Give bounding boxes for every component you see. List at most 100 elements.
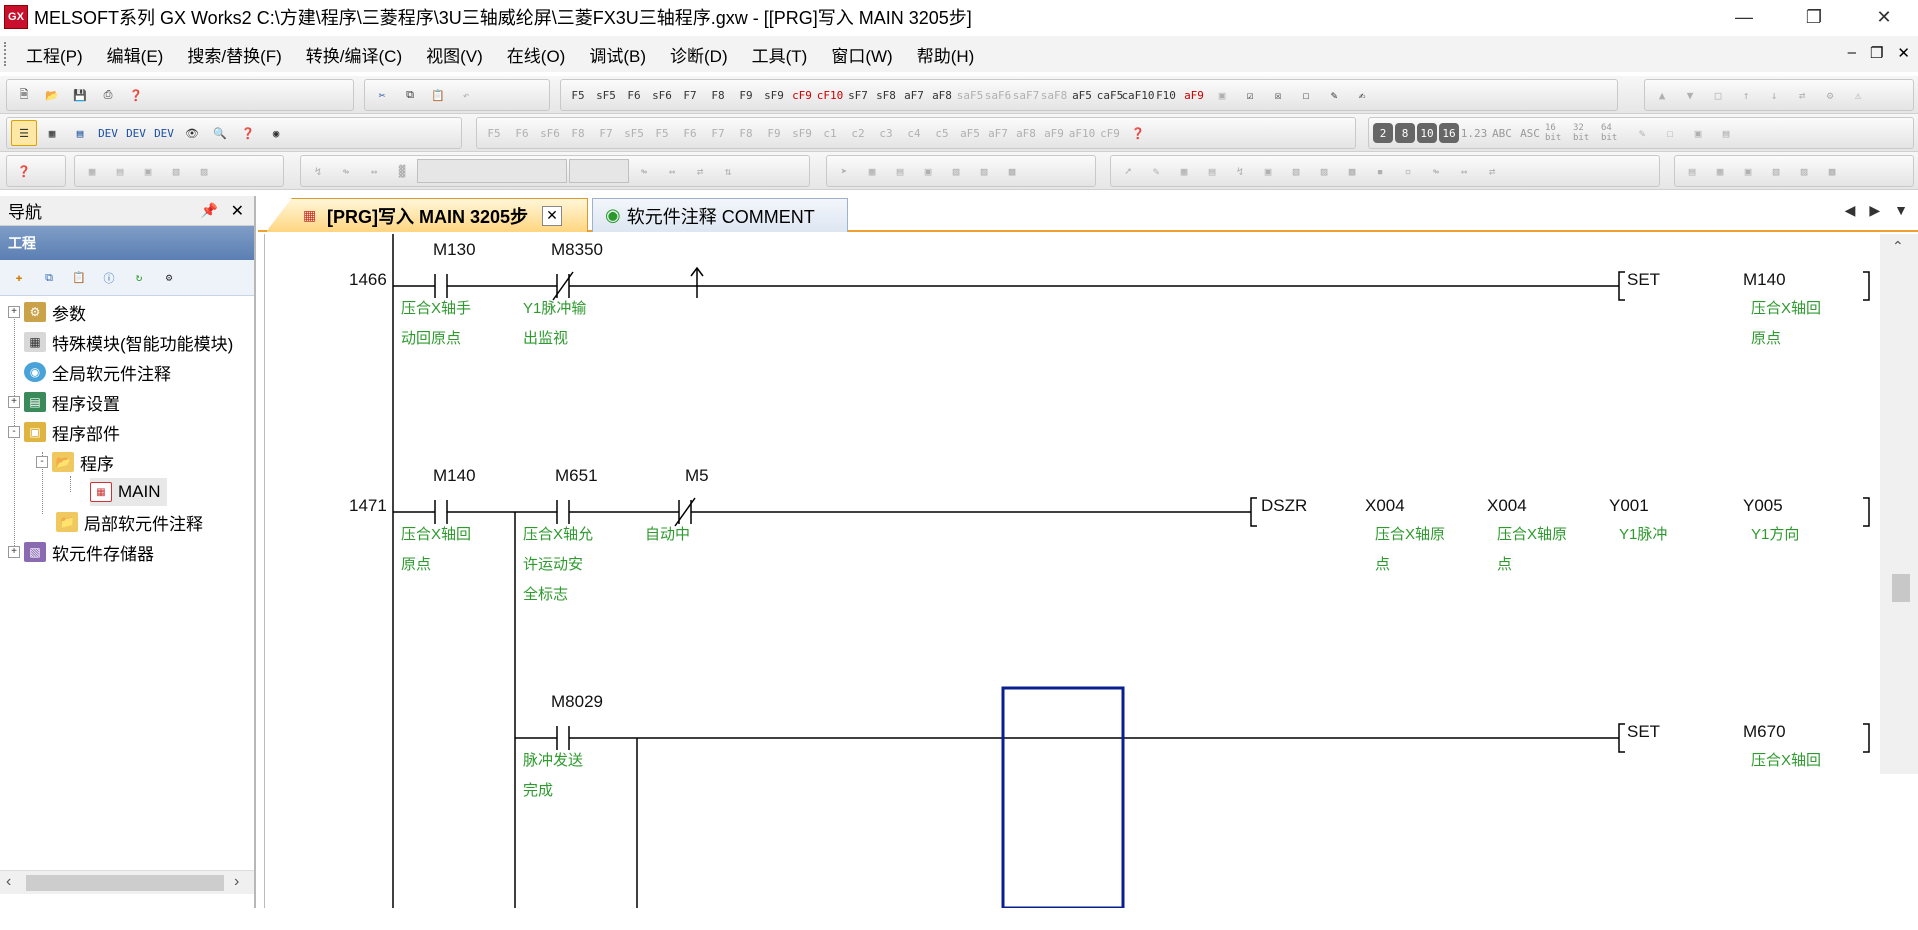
contact-device[interactable]: M651 (555, 466, 598, 486)
sym-o-icon[interactable]: c3 (873, 120, 899, 146)
sym-f-icon[interactable]: sF5 (621, 120, 647, 146)
draw-e-icon[interactable]: ▧ (1283, 158, 1309, 184)
collapse-icon[interactable]: - (36, 456, 48, 468)
string-format-icon[interactable]: ABC (1489, 120, 1515, 146)
sym-u-icon[interactable]: aF9 (1041, 120, 1067, 146)
falling-pulse-closed-branch-icon[interactable]: saF8 (1041, 82, 1068, 108)
inline-st-icon[interactable]: ▣ (1209, 82, 1235, 108)
edit-b-icon[interactable]: ▦ (859, 158, 885, 184)
tree-item-special-module[interactable]: ▦ 特殊模块(智能功能模块) (24, 328, 233, 356)
sym-help-icon[interactable]: ❓ (1125, 120, 1151, 146)
draw-j-icon[interactable]: ↬ (1423, 158, 1449, 184)
edit-c-icon[interactable]: ▤ (887, 158, 913, 184)
fb-e-icon[interactable]: ▨ (191, 158, 217, 184)
close-icon[interactable]: ✕ (231, 201, 244, 221)
format-extra-d-icon[interactable]: ▤ (1713, 120, 1739, 146)
scroll-right-icon[interactable]: › (234, 873, 239, 891)
draw-g-icon[interactable]: ▩ (1339, 158, 1365, 184)
sfc-g-icon[interactable]: ⇄ (687, 158, 713, 184)
sym-c-icon[interactable]: sF6 (537, 120, 563, 146)
read-plc-icon[interactable]: ↓ (1761, 82, 1787, 108)
operand-device[interactable]: Y005 (1743, 496, 1783, 516)
draw-k-icon[interactable]: ↭ (1451, 158, 1477, 184)
refresh-icon[interactable]: ↻ (126, 265, 152, 291)
layout-b-icon[interactable]: ▦ (1707, 158, 1733, 184)
layout-c-icon[interactable]: ▣ (1735, 158, 1761, 184)
64bit-icon[interactable]: 64 bit (1601, 120, 1627, 146)
contact-device[interactable]: M140 (433, 466, 476, 486)
instruction-name[interactable]: SET (1627, 270, 1660, 290)
instruction-name[interactable]: DSZR (1261, 496, 1307, 516)
bin-format-icon[interactable]: 2 (1373, 123, 1393, 143)
mdi-restore-icon[interactable]: ❐ (1870, 44, 1883, 62)
contact-device[interactable]: M8350 (551, 240, 603, 260)
rising-pulse-closed-branch-icon[interactable]: saF7 (1013, 82, 1040, 108)
line-delete-icon[interactable]: aF9 (1181, 82, 1207, 108)
operand-device[interactable]: M140 (1743, 270, 1786, 290)
delete-vertical-line-icon[interactable]: cF10 (817, 82, 844, 108)
ascii-format-icon[interactable]: ASC (1517, 120, 1543, 146)
expand-icon[interactable]: + (8, 306, 20, 318)
help-search-icon[interactable]: ❓ (235, 120, 261, 146)
sfc-f-icon[interactable]: ↭ (659, 158, 685, 184)
menu-tool[interactable]: 工具(T) (740, 42, 820, 67)
falling-pulse-icon[interactable]: sF8 (873, 82, 899, 108)
menu-debug[interactable]: 调试(B) (577, 42, 658, 67)
menu-help[interactable]: 帮助(H) (905, 42, 987, 67)
new-file-icon[interactable]: 🗎 (11, 82, 37, 108)
fb-c-icon[interactable]: ▣ (135, 158, 161, 184)
draw-f-icon[interactable]: ▨ (1311, 158, 1337, 184)
tree-item-program-settings[interactable]: + ▤ 程序设置 (8, 388, 120, 416)
tab-list-icon[interactable]: ▼ (1894, 202, 1908, 219)
sort-icon[interactable]: ⚙ (156, 265, 182, 291)
sym-a-icon[interactable]: F5 (481, 120, 507, 146)
sym-m-icon[interactable]: c1 (817, 120, 843, 146)
tree-item-device-memory[interactable]: + ▧ 软元件存储器 (8, 538, 154, 566)
tree-item-program[interactable]: - 📂 程序 (36, 448, 114, 476)
scroll-up-icon[interactable]: ⌃ (1892, 238, 1904, 255)
edit-g-icon[interactable]: ▩ (999, 158, 1025, 184)
device-usage-icon[interactable]: DEV (151, 120, 177, 146)
search-device-icon[interactable]: 🔍 (207, 120, 233, 146)
ladder-vertical-scrollbar[interactable]: ⌃ (1880, 234, 1918, 774)
sfc-combo[interactable] (417, 159, 567, 183)
draw-b-icon[interactable]: ▤ (1199, 158, 1225, 184)
pencil-icon[interactable]: ✎ (1143, 158, 1169, 184)
monitor-mode-icon[interactable]: □ (1705, 82, 1731, 108)
help-icon[interactable]: ❓ (123, 82, 149, 108)
properties-icon[interactable]: ⓘ (96, 265, 122, 291)
paste-icon[interactable]: 📋 (425, 82, 451, 108)
dec-format-icon[interactable]: 10 (1417, 123, 1437, 143)
menu-project[interactable]: 工程(P) (14, 42, 95, 67)
sfc-combo-2[interactable] (569, 159, 629, 183)
format-extra-c-icon[interactable]: ▣ (1685, 120, 1711, 146)
mdi-close-icon[interactable]: ✕ (1897, 44, 1910, 62)
close-button[interactable]: ✕ (1854, 0, 1914, 34)
cut-icon[interactable]: ✂ (369, 82, 395, 108)
context-help-icon[interactable]: ❓ (11, 158, 37, 184)
invert-icon[interactable]: caF10 (1121, 82, 1154, 108)
fb-a-icon[interactable]: ▦ (79, 158, 105, 184)
operand-device[interactable]: M670 (1743, 722, 1786, 742)
sym-j-icon[interactable]: F8 (733, 120, 759, 146)
operand-device[interactable]: X004 (1487, 496, 1527, 516)
menu-grip[interactable] (4, 42, 14, 66)
sfc-c-icon[interactable]: ↭ (361, 158, 387, 184)
menu-edit[interactable]: 编辑(E) (95, 42, 176, 67)
operand-device[interactable]: Y001 (1609, 496, 1649, 516)
menu-diagnostics[interactable]: 诊断(D) (658, 42, 740, 67)
print-icon[interactable]: ⎙ (95, 82, 121, 108)
scroll-thumb[interactable] (26, 875, 224, 891)
hex-format-icon[interactable]: 16 (1439, 123, 1459, 143)
operation-falling-icon[interactable]: caF5 (1097, 82, 1124, 108)
edit-f-icon[interactable]: ▨ (971, 158, 997, 184)
sym-p-icon[interactable]: c4 (901, 120, 927, 146)
restore-button[interactable]: ❐ (1784, 0, 1844, 34)
output-window-icon[interactable]: ▤ (67, 120, 93, 146)
horizontal-line-icon[interactable]: F9 (733, 82, 759, 108)
draw-l-icon[interactable]: ⇄ (1479, 158, 1505, 184)
tree-item-program-parts[interactable]: - ▣ 程序部件 (8, 418, 120, 446)
tab-prev-icon[interactable]: ◀ (1845, 202, 1856, 219)
contact-device[interactable]: M5 (685, 466, 709, 486)
operation-rising-icon[interactable]: aF5 (1069, 82, 1095, 108)
